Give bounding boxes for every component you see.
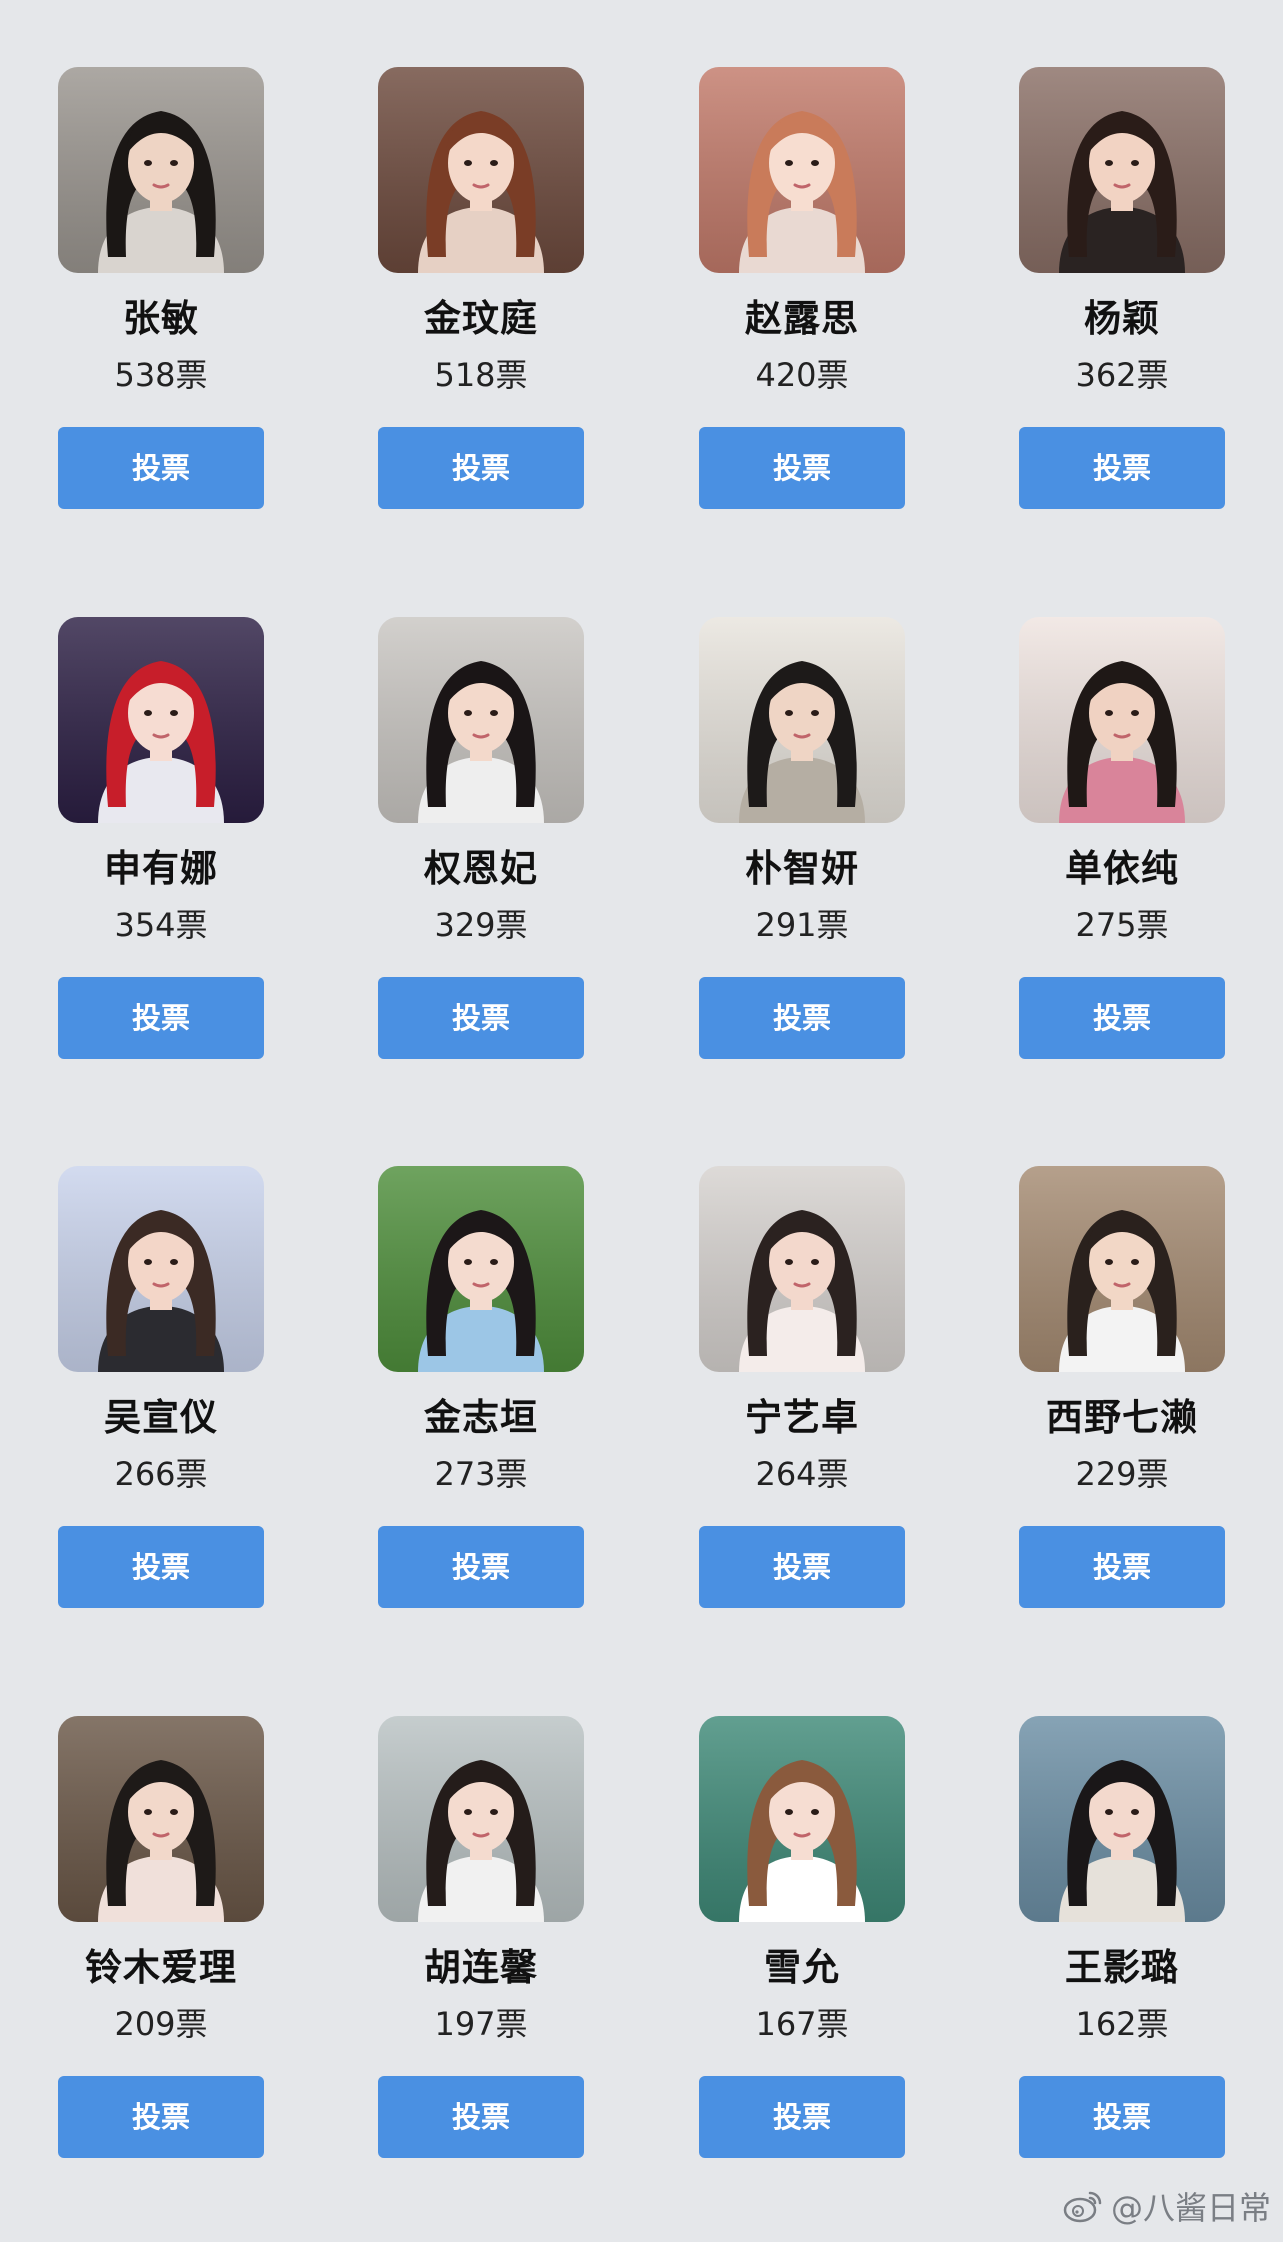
vote-button[interactable]: 投票 — [58, 977, 264, 1059]
vote-button[interactable]: 投票 — [378, 977, 584, 1059]
vote-count: 538票 — [114, 356, 208, 394]
vote-button[interactable]: 投票 — [699, 977, 905, 1059]
candidate-photo — [58, 67, 264, 273]
candidate-card: 朴智妍 291票投票 — [699, 617, 905, 1059]
candidate-photo — [378, 617, 584, 823]
candidate-card: 单依纯 275票投票 — [1019, 617, 1225, 1059]
vote-button[interactable]: 投票 — [378, 2076, 584, 2158]
vote-count: 209票 — [114, 2005, 208, 2043]
candidate-card: 赵露思 420票投票 — [699, 67, 905, 509]
candidate-photo — [58, 1716, 264, 1922]
candidate-name: 王影璐 — [1065, 1946, 1179, 1989]
candidate-name: 雪允 — [764, 1946, 840, 1989]
vote-button[interactable]: 投票 — [1019, 977, 1225, 1059]
candidate-grid: 张敏 538票 投票 金玟庭 518票 投票 赵露思 420票 投票 杨颖 362票 投票 申有娜 354… — [0, 0, 1283, 2242]
candidate-photo — [699, 67, 905, 273]
vote-count: 229票 — [1075, 1455, 1169, 1493]
candidate-name: 朴智妍 — [745, 847, 859, 890]
candidate-photo — [699, 1716, 905, 1922]
candidate-name: 金玟庭 — [424, 297, 538, 340]
vote-count: 362票 — [1075, 356, 1169, 394]
candidate-photo — [699, 617, 905, 823]
vote-button[interactable]: 投票 — [378, 427, 584, 509]
candidate-name: 单依纯 — [1065, 847, 1179, 890]
candidate-name: 金志垣 — [424, 1396, 538, 1439]
candidate-card: 金志垣 273票投票 — [378, 1166, 584, 1608]
candidate-name: 张敏 — [123, 297, 199, 340]
candidate-photo — [699, 1166, 905, 1372]
vote-count: 518票 — [434, 356, 528, 394]
vote-button[interactable]: 投票 — [699, 2076, 905, 2158]
candidate-photo — [378, 1716, 584, 1922]
watermark-text: @八酱日常 — [1110, 2189, 1271, 2227]
candidate-name: 铃木爱理 — [85, 1946, 237, 1989]
candidate-photo — [58, 617, 264, 823]
candidate-name: 吴宣仪 — [104, 1396, 218, 1439]
candidate-card: 铃木爱理 209票投票 — [58, 1716, 264, 2158]
vote-count: 329票 — [434, 906, 528, 944]
candidate-photo — [1019, 1166, 1225, 1372]
vote-count: 275票 — [1075, 906, 1169, 944]
candidate-card: 权恩妃 329票投票 — [378, 617, 584, 1059]
vote-count: 197票 — [434, 2005, 528, 2043]
vote-count: 167票 — [755, 2005, 849, 2043]
candidate-card: 杨颖 362票投票 — [1019, 67, 1225, 509]
vote-button[interactable]: 投票 — [1019, 1526, 1225, 1608]
weibo-logo-icon — [1063, 2189, 1103, 2223]
vote-button[interactable]: 投票 — [378, 1526, 584, 1608]
vote-button[interactable]: 投票 — [699, 1526, 905, 1608]
candidate-card: 王影璐 162票投票 — [1019, 1716, 1225, 2158]
vote-count: 420票 — [755, 356, 849, 394]
candidate-card: 张敏 538票投票 — [58, 67, 264, 509]
vote-count: 264票 — [755, 1455, 849, 1493]
candidate-photo — [1019, 67, 1225, 273]
candidate-name: 权恩妃 — [424, 847, 538, 890]
candidate-photo — [1019, 617, 1225, 823]
candidate-name: 赵露思 — [745, 297, 859, 340]
candidate-photo — [1019, 1716, 1225, 1922]
vote-button[interactable]: 投票 — [1019, 2076, 1225, 2158]
candidate-name: 西野七濑 — [1046, 1396, 1198, 1439]
candidate-card: 雪允 167票投票 — [699, 1716, 905, 2158]
candidate-name: 杨颖 — [1084, 297, 1160, 340]
candidate-photo — [378, 67, 584, 273]
candidate-name: 胡连馨 — [424, 1946, 538, 1989]
candidate-card: 胡连馨 197票投票 — [378, 1716, 584, 2158]
watermark: @八酱日常 — [1063, 2184, 1271, 2228]
candidate-name: 申有娜 — [104, 847, 218, 890]
vote-count: 266票 — [114, 1455, 208, 1493]
candidate-card: 金玟庭 518票投票 — [378, 67, 584, 509]
vote-button[interactable]: 投票 — [58, 2076, 264, 2158]
vote-button[interactable]: 投票 — [58, 1526, 264, 1608]
candidate-photo — [378, 1166, 584, 1372]
candidate-card: 西野七濑 229票投票 — [1019, 1166, 1225, 1608]
vote-button[interactable]: 投票 — [1019, 427, 1225, 509]
candidate-name: 宁艺卓 — [745, 1396, 859, 1439]
vote-button[interactable]: 投票 — [58, 427, 264, 509]
candidate-card: 吴宣仪 266票投票 — [58, 1166, 264, 1608]
vote-button[interactable]: 投票 — [699, 427, 905, 509]
candidate-card: 宁艺卓 264票投票 — [699, 1166, 905, 1608]
candidate-card: 申有娜 354票投票 — [58, 617, 264, 1059]
vote-count: 162票 — [1075, 2005, 1169, 2043]
vote-count: 273票 — [434, 1455, 528, 1493]
vote-count: 291票 — [755, 906, 849, 944]
vote-count: 354票 — [114, 906, 208, 944]
candidate-photo — [58, 1166, 264, 1372]
